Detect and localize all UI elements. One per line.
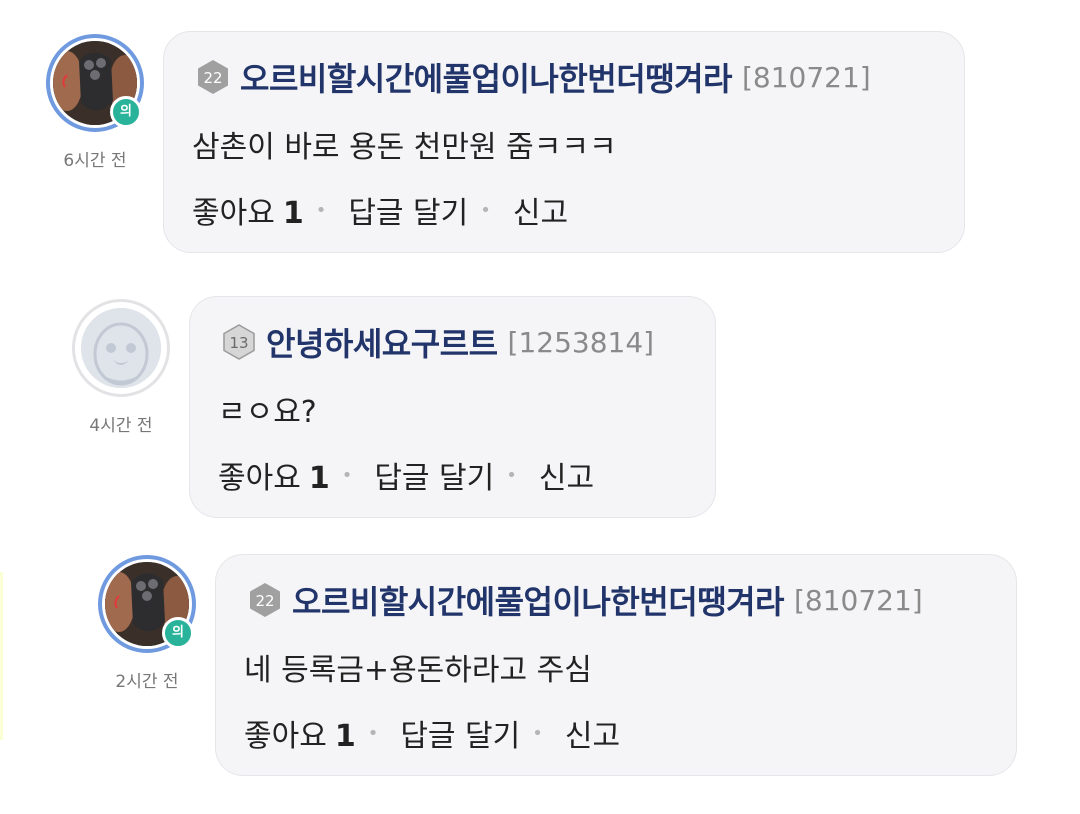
like-button[interactable]: 좋아요 1 [218, 453, 330, 497]
reply-button[interactable]: 답글 달기 [348, 188, 468, 232]
author-column: 4시간 전 [61, 299, 181, 436]
like-count: 1 [334, 719, 356, 754]
avatar[interactable]: 의 [46, 34, 144, 132]
edge-highlight [0, 572, 3, 740]
author-id: [1253814] [507, 325, 655, 359]
hexagon-level-icon: 22 [250, 583, 280, 617]
avatar[interactable]: 의 [98, 555, 196, 653]
author-row: 13 안녕하세요구르트 [1253814] [222, 319, 654, 365]
medical-badge-icon: 의 [110, 96, 142, 128]
reply-button[interactable]: 답글 달기 [400, 711, 520, 755]
author-nickname[interactable]: 오르비할시간에풀업이나한번더땡겨라 [240, 54, 732, 100]
comment-actions: 좋아요 1 • 답글 달기 • 신고 [218, 453, 594, 497]
like-count: 1 [282, 196, 304, 231]
author-id: [810721] [741, 60, 871, 94]
comment-text: ㄹㅇ요? [218, 395, 317, 430]
medical-badge-icon: 의 [162, 617, 194, 649]
comment-actions: 좋아요 1 • 답글 달기 • 신고 [244, 711, 620, 755]
author-row: 22 오르비할시간에풀업이나한번더땡겨라 [810721] [196, 54, 871, 100]
comment-time: 2시간 전 [115, 672, 179, 692]
report-button[interactable]: 신고 [565, 711, 620, 755]
comment-bubble: 22 오르비할시간에풀업이나한번더땡겨라 [810721] 삼촌이 바로 용돈 … [163, 31, 965, 253]
comment-bubble: 13 안녕하세요구르트 [1253814] ㄹㅇ요? 좋아요 1 • 답글 달기 … [189, 296, 716, 518]
separator-dot: • [480, 199, 491, 221]
avatar[interactable] [72, 299, 170, 397]
author-nickname[interactable]: 오르비할시간에풀업이나한번더땡겨라 [292, 577, 784, 623]
author-column: 의 6시간 전 [35, 34, 155, 171]
separator-dot: • [367, 722, 379, 744]
like-label: 좋아요 [218, 461, 301, 496]
report-button[interactable]: 신고 [513, 188, 568, 232]
separator-dot: • [315, 199, 327, 221]
comment-bubble: 22 오르비할시간에풀업이나한번더땡겨라 [810721] 네 등록금+용돈하라… [215, 554, 1017, 776]
author-id: [810721] [793, 583, 923, 617]
reply-button[interactable]: 답글 달기 [374, 453, 494, 497]
author-row: 22 오르비할시간에풀업이나한번더땡겨라 [810721] [248, 577, 923, 623]
report-button[interactable]: 신고 [539, 453, 594, 497]
hexagon-level-icon: 13 [223, 324, 255, 360]
author-nickname[interactable]: 안녕하세요구르트 [266, 319, 498, 365]
level-number: 22 [203, 69, 222, 87]
comment-actions: 좋아요 1 • 답글 달기 • 신고 [192, 188, 568, 232]
hexagon-level-icon: 22 [198, 60, 228, 94]
comment-text: 네 등록금+용돈하라고 주심 [244, 653, 592, 688]
author-column: 의 2시간 전 [87, 555, 207, 692]
separator-dot: • [532, 722, 543, 744]
like-count: 1 [308, 461, 330, 496]
penguin-avatar-icon [81, 308, 161, 388]
comment-time: 4시간 전 [89, 416, 153, 436]
separator-dot: • [341, 464, 353, 486]
comment-time: 6시간 전 [63, 151, 127, 171]
like-label: 좋아요 [244, 719, 327, 754]
level-number: 13 [229, 334, 248, 352]
like-button[interactable]: 좋아요 1 [244, 711, 356, 755]
like-label: 좋아요 [192, 196, 275, 231]
avatar-photo [81, 308, 161, 388]
level-number: 22 [255, 592, 274, 610]
like-button[interactable]: 좋아요 1 [192, 188, 304, 232]
comment-text: 삼촌이 바로 용돈 천만원 줌ㅋㅋㅋ [192, 130, 617, 165]
separator-dot: • [506, 464, 517, 486]
